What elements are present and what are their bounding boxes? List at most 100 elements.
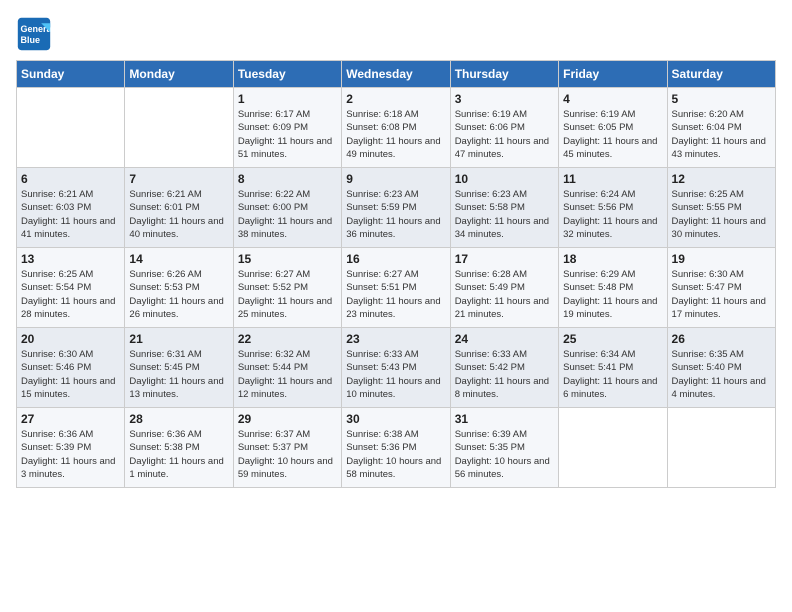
day-number: 11 xyxy=(563,172,662,186)
calendar-cell: 24Sunrise: 6:33 AM Sunset: 5:42 PM Dayli… xyxy=(450,328,558,408)
calendar-cell: 5 Sunrise: 6:20 AM Sunset: 6:04 PM Daylig… xyxy=(667,88,775,168)
calendar-cell: 7 Sunrise: 6:21 AM Sunset: 6:01 PM Daylig… xyxy=(125,168,233,248)
day-info: Sunrise: 6:27 AM Sunset: 5:51 PM Dayligh… xyxy=(346,268,445,321)
calendar-cell: 18 Sunrise: 6:29 AM Sunset: 5:48 PM Dayli… xyxy=(559,248,667,328)
day-info: Sunrise: 6:21 AM Sunset: 6:03 PM Dayligh… xyxy=(21,188,120,241)
day-number: 18 xyxy=(563,252,662,266)
day-info: Sunrise: 6:19 AM Sunset: 6:05 PM Dayligh… xyxy=(563,108,662,161)
day-number: 31 xyxy=(455,412,554,426)
calendar-cell: 29 Sunrise: 6:37 AM Sunset: 5:37 PM Dayli… xyxy=(233,408,341,488)
day-number: 3 xyxy=(455,92,554,106)
header-day: Saturday xyxy=(667,61,775,88)
calendar-cell: 14Sunrise: 6:26 AM Sunset: 5:53 PM Dayli… xyxy=(125,248,233,328)
day-number: 2 xyxy=(346,92,445,106)
calendar-cell: 22 Sunrise: 6:32 AM Sunset: 5:44 PM Dayli… xyxy=(233,328,341,408)
header-day: Wednesday xyxy=(342,61,450,88)
page-header: General Blue xyxy=(16,16,776,52)
day-number: 13 xyxy=(21,252,120,266)
calendar-cell: 13Sunrise: 6:25 AM Sunset: 5:54 PM Dayli… xyxy=(17,248,125,328)
day-info: Sunrise: 6:34 AM Sunset: 5:41 PM Dayligh… xyxy=(563,348,662,401)
day-number: 12 xyxy=(672,172,771,186)
day-info: Sunrise: 6:36 AM Sunset: 5:38 PM Dayligh… xyxy=(129,428,228,481)
calendar-week: 1 Sunrise: 6:17 AM Sunset: 6:09 PM Daylig… xyxy=(17,88,776,168)
calendar-table: SundayMondayTuesdayWednesdayThursdayFrid… xyxy=(16,60,776,488)
day-info: Sunrise: 6:32 AM Sunset: 5:44 PM Dayligh… xyxy=(238,348,337,401)
day-info: Sunrise: 6:21 AM Sunset: 6:01 PM Dayligh… xyxy=(129,188,228,241)
day-number: 5 xyxy=(672,92,771,106)
header-day: Tuesday xyxy=(233,61,341,88)
day-number: 26 xyxy=(672,332,771,346)
day-info: Sunrise: 6:25 AM Sunset: 5:55 PM Dayligh… xyxy=(672,188,771,241)
day-number: 21 xyxy=(129,332,228,346)
day-number: 8 xyxy=(238,172,337,186)
day-info: Sunrise: 6:18 AM Sunset: 6:08 PM Dayligh… xyxy=(346,108,445,161)
day-number: 17 xyxy=(455,252,554,266)
calendar-cell: 3 Sunrise: 6:19 AM Sunset: 6:06 PM Daylig… xyxy=(450,88,558,168)
day-info: Sunrise: 6:31 AM Sunset: 5:45 PM Dayligh… xyxy=(129,348,228,401)
calendar-cell: 8 Sunrise: 6:22 AM Sunset: 6:00 PM Daylig… xyxy=(233,168,341,248)
day-info: Sunrise: 6:27 AM Sunset: 5:52 PM Dayligh… xyxy=(238,268,337,321)
calendar-cell: 19Sunrise: 6:30 AM Sunset: 5:47 PM Dayli… xyxy=(667,248,775,328)
day-info: Sunrise: 6:17 AM Sunset: 6:09 PM Dayligh… xyxy=(238,108,337,161)
header-day: Thursday xyxy=(450,61,558,88)
day-number: 1 xyxy=(238,92,337,106)
calendar-cell: 25 Sunrise: 6:34 AM Sunset: 5:41 PM Dayli… xyxy=(559,328,667,408)
calendar-week: 13Sunrise: 6:25 AM Sunset: 5:54 PM Dayli… xyxy=(17,248,776,328)
day-info: Sunrise: 6:29 AM Sunset: 5:48 PM Dayligh… xyxy=(563,268,662,321)
day-number: 22 xyxy=(238,332,337,346)
calendar-cell: 4 Sunrise: 6:19 AM Sunset: 6:05 PM Daylig… xyxy=(559,88,667,168)
day-number: 7 xyxy=(129,172,228,186)
calendar-cell: 12 Sunrise: 6:25 AM Sunset: 5:55 PM Dayli… xyxy=(667,168,775,248)
calendar-cell: 28 Sunrise: 6:36 AM Sunset: 5:38 PM Dayli… xyxy=(125,408,233,488)
calendar-cell: 6Sunrise: 6:21 AM Sunset: 6:03 PM Daylig… xyxy=(17,168,125,248)
day-info: Sunrise: 6:30 AM Sunset: 5:46 PM Dayligh… xyxy=(21,348,120,401)
day-number: 16 xyxy=(346,252,445,266)
day-info: Sunrise: 6:24 AM Sunset: 5:56 PM Dayligh… xyxy=(563,188,662,241)
calendar-cell xyxy=(125,88,233,168)
calendar-header: SundayMondayTuesdayWednesdayThursdayFrid… xyxy=(17,61,776,88)
day-number: 28 xyxy=(129,412,228,426)
calendar-cell: 2 Sunrise: 6:18 AM Sunset: 6:08 PM Daylig… xyxy=(342,88,450,168)
day-number: 19 xyxy=(672,252,771,266)
calendar-cell: 10 Sunrise: 6:23 AM Sunset: 5:58 PM Dayli… xyxy=(450,168,558,248)
day-number: 9 xyxy=(346,172,445,186)
day-info: Sunrise: 6:23 AM Sunset: 5:58 PM Dayligh… xyxy=(455,188,554,241)
day-info: Sunrise: 6:37 AM Sunset: 5:37 PM Dayligh… xyxy=(238,428,337,481)
day-info: Sunrise: 6:19 AM Sunset: 6:06 PM Dayligh… xyxy=(455,108,554,161)
calendar-week: 6Sunrise: 6:21 AM Sunset: 6:03 PM Daylig… xyxy=(17,168,776,248)
calendar-cell: 31 Sunrise: 6:39 AM Sunset: 5:35 PM Dayli… xyxy=(450,408,558,488)
day-info: Sunrise: 6:20 AM Sunset: 6:04 PM Dayligh… xyxy=(672,108,771,161)
svg-text:Blue: Blue xyxy=(21,35,41,45)
day-info: Sunrise: 6:36 AM Sunset: 5:39 PM Dayligh… xyxy=(21,428,120,481)
calendar-cell: 20Sunrise: 6:30 AM Sunset: 5:46 PM Dayli… xyxy=(17,328,125,408)
calendar-cell: 15Sunrise: 6:27 AM Sunset: 5:52 PM Dayli… xyxy=(233,248,341,328)
calendar-cell: 21 Sunrise: 6:31 AM Sunset: 5:45 PM Dayli… xyxy=(125,328,233,408)
header-day: Monday xyxy=(125,61,233,88)
calendar-cell: 30Sunrise: 6:38 AM Sunset: 5:36 PM Dayli… xyxy=(342,408,450,488)
calendar-cell xyxy=(17,88,125,168)
logo: General Blue xyxy=(16,16,56,52)
logo-icon: General Blue xyxy=(16,16,52,52)
day-info: Sunrise: 6:33 AM Sunset: 5:43 PM Dayligh… xyxy=(346,348,445,401)
day-info: Sunrise: 6:28 AM Sunset: 5:49 PM Dayligh… xyxy=(455,268,554,321)
calendar-cell: 23 Sunrise: 6:33 AM Sunset: 5:43 PM Dayli… xyxy=(342,328,450,408)
day-number: 27 xyxy=(21,412,120,426)
calendar-cell: 11 Sunrise: 6:24 AM Sunset: 5:56 PM Dayli… xyxy=(559,168,667,248)
day-info: Sunrise: 6:38 AM Sunset: 5:36 PM Dayligh… xyxy=(346,428,445,481)
calendar-cell: 27 Sunrise: 6:36 AM Sunset: 5:39 PM Dayli… xyxy=(17,408,125,488)
calendar-cell xyxy=(559,408,667,488)
header-day: Sunday xyxy=(17,61,125,88)
day-info: Sunrise: 6:23 AM Sunset: 5:59 PM Dayligh… xyxy=(346,188,445,241)
day-number: 4 xyxy=(563,92,662,106)
day-number: 10 xyxy=(455,172,554,186)
day-number: 23 xyxy=(346,332,445,346)
day-info: Sunrise: 6:22 AM Sunset: 6:00 PM Dayligh… xyxy=(238,188,337,241)
calendar-cell: 1 Sunrise: 6:17 AM Sunset: 6:09 PM Daylig… xyxy=(233,88,341,168)
day-number: 29 xyxy=(238,412,337,426)
calendar-cell: 26Sunrise: 6:35 AM Sunset: 5:40 PM Dayli… xyxy=(667,328,775,408)
day-info: Sunrise: 6:26 AM Sunset: 5:53 PM Dayligh… xyxy=(129,268,228,321)
day-number: 25 xyxy=(563,332,662,346)
calendar-cell: 9 Sunrise: 6:23 AM Sunset: 5:59 PM Daylig… xyxy=(342,168,450,248)
calendar-cell xyxy=(667,408,775,488)
day-info: Sunrise: 6:39 AM Sunset: 5:35 PM Dayligh… xyxy=(455,428,554,481)
